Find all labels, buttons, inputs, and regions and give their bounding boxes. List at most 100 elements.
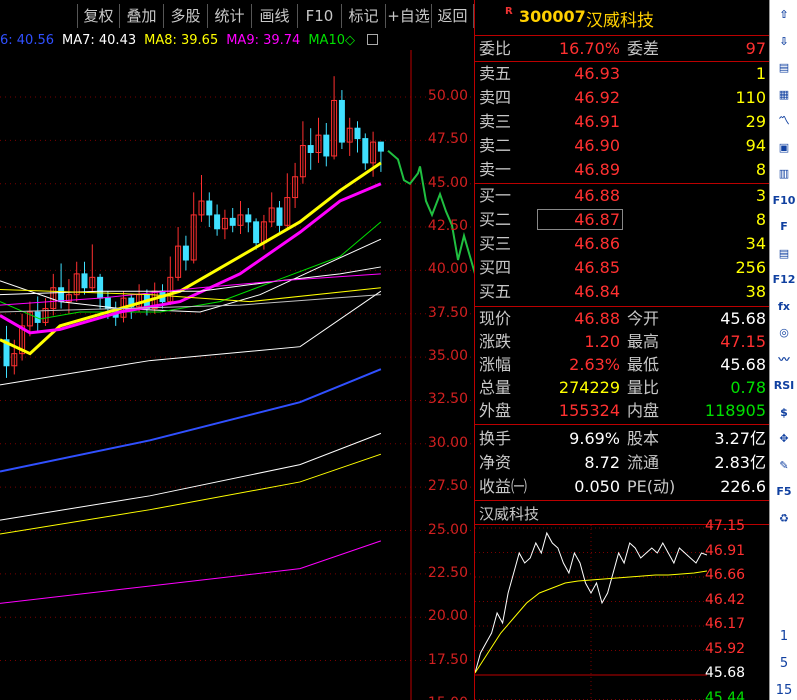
candle-body xyxy=(354,127,361,140)
weicha-label: 委差 xyxy=(627,39,660,58)
candle-body xyxy=(276,207,283,226)
toolbar-draw-line-button[interactable]: 画线 xyxy=(252,4,298,28)
stat-value: 118905 xyxy=(704,401,766,420)
ma-legend: 6: 40.56 MA7: 40.43 MA8: 39.65 MA9: 39.74 MA… xyxy=(0,32,474,50)
ask-row: 卖三 46.91 29 xyxy=(475,110,770,133)
refresh-icon[interactable]: ◎ xyxy=(772,322,796,344)
page-icon[interactable]: ▤ xyxy=(772,243,796,265)
dollar-icon[interactable]: $ xyxy=(772,402,796,424)
fund-value: 9.69% xyxy=(569,429,620,448)
chart-icon[interactable]: 〽 xyxy=(772,110,796,132)
fund-value: 3.27亿 xyxy=(714,429,766,448)
window-icon[interactable]: ▣ xyxy=(772,137,796,159)
candle-body xyxy=(214,214,221,230)
price-tick-label: 22.50 xyxy=(427,564,468,581)
candle-body xyxy=(323,134,330,157)
bid-volume: 34 xyxy=(745,234,766,253)
f10-icon[interactable]: F10 xyxy=(772,190,796,212)
candle-body xyxy=(58,287,65,303)
ma-line-yellow-250 xyxy=(0,453,382,535)
ask-price: 46.93 xyxy=(574,64,620,83)
intraday-tick-label: 45.44 xyxy=(705,689,746,700)
ask-label: 卖一 xyxy=(479,160,512,179)
bid-label: 买五 xyxy=(479,282,512,301)
period-5-button[interactable]: 5 xyxy=(772,653,796,675)
bid-volume: 38 xyxy=(745,282,766,301)
bid-row: 买二 46.87 8 xyxy=(475,208,770,231)
bid-label: 买一 xyxy=(479,186,512,205)
price-tick-label: 27.50 xyxy=(427,478,468,495)
func-icon[interactable]: fx xyxy=(772,296,796,318)
intraday-chart[interactable] xyxy=(475,525,707,700)
price-tick-label: 35.00 xyxy=(427,348,468,365)
ask-volume: 110 xyxy=(735,88,766,107)
bid-row: 买一 46.88 3 xyxy=(475,184,770,207)
toolbar-mark-button[interactable]: 标记 xyxy=(342,4,386,28)
legend-toggle-icon[interactable] xyxy=(366,34,378,45)
f5-icon[interactable]: F5 xyxy=(772,481,796,503)
bid-label: 买二 xyxy=(479,210,512,229)
stat-row: 总量 274229 量比 0.78 xyxy=(475,376,770,399)
grid-icon[interactable]: ▥ xyxy=(772,163,796,185)
weibi-value: 16.70% xyxy=(558,39,620,58)
wave-icon[interactable]: 〰 xyxy=(772,349,796,371)
toolbar-f10-button[interactable]: F10 xyxy=(298,4,342,28)
down-arrow-icon[interactable]: ⇩ xyxy=(772,31,796,53)
ma-line-yellow-thick xyxy=(0,161,382,356)
move-icon[interactable]: ✥ xyxy=(772,428,796,450)
fund-label: 股本 xyxy=(627,429,660,448)
f12-icon[interactable]: F12 xyxy=(772,269,796,291)
stat-row: 涨幅 2.63% 最低 45.68 xyxy=(475,353,770,376)
stat-label: 涨幅 xyxy=(479,355,512,374)
cycle-icon[interactable]: ♻ xyxy=(772,508,796,530)
stat-label: 内盘 xyxy=(627,401,660,420)
bid-row: 买三 46.86 34 xyxy=(475,232,770,255)
f-icon[interactable]: F xyxy=(772,216,796,238)
ask-price: 46.89 xyxy=(574,160,620,179)
price-tick-label: 32.50 xyxy=(427,391,468,408)
fund-label: PE(动) xyxy=(627,477,676,496)
fund-value: 226.6 xyxy=(720,477,766,496)
ask-volume: 8 xyxy=(755,160,766,179)
up-arrow-icon[interactable]: ⇧ xyxy=(772,4,796,26)
pencil-icon[interactable]: ✎ xyxy=(772,455,796,477)
stat-row: 现价 46.88 今开 45.68 xyxy=(475,307,770,330)
doc-icon[interactable]: ▤ xyxy=(772,57,796,79)
rsi-icon[interactable]: RSI xyxy=(772,375,796,397)
bid-volume: 3 xyxy=(755,186,766,205)
stat-value: 47.15 xyxy=(720,332,766,351)
candle-body xyxy=(253,221,260,244)
list-icon[interactable]: ▦ xyxy=(772,84,796,106)
kline-chart[interactable]: 50.00 47.50 45.00 42.50 40.00 37.50 35.00 32.50… xyxy=(0,50,474,700)
intraday-tick-label: 45.68 xyxy=(705,665,746,681)
ask-row: 卖五 46.93 1 xyxy=(475,62,770,85)
ma8-value: MA8: 39.65 xyxy=(144,33,219,48)
candle-body xyxy=(377,141,384,152)
price-tick-label: 25.00 xyxy=(427,521,468,538)
ma-line-white xyxy=(0,266,381,296)
toolbar-add-watchlist-button[interactable]: +自选 xyxy=(386,4,432,28)
period-15-button[interactable]: 15 xyxy=(772,680,796,700)
stock-name: 汉威科技 xyxy=(586,11,654,31)
price-tick-label: 40.00 xyxy=(427,261,468,278)
toolbar-multi-stock-button[interactable]: 多股 xyxy=(164,4,208,28)
stat-value: 45.68 xyxy=(720,355,766,374)
stat-label: 总量 xyxy=(479,378,512,397)
kline-svg xyxy=(0,50,474,700)
price-tick-label: 20.00 xyxy=(427,608,468,625)
bid-row: 买五 46.84 38 xyxy=(475,280,770,303)
toolbar-overlay-button[interactable]: 叠加 xyxy=(120,4,164,28)
toolbar-statistics-button[interactable]: 统计 xyxy=(208,4,252,28)
candle-body xyxy=(97,276,104,299)
period-1-button[interactable]: 1 xyxy=(772,626,796,648)
stock-code: 300007 xyxy=(519,7,586,26)
candle-body xyxy=(182,245,189,261)
quote-panel: R 300007 汉威科技 委比 16.70% 委差 97 卖五 46.93 1 卖四… xyxy=(474,0,770,700)
intraday-tick-label: 45.92 xyxy=(705,640,746,657)
toolbar-restore-rights-button[interactable]: 复权 xyxy=(78,4,120,28)
ma-line-white-120 xyxy=(0,432,382,521)
candle-body xyxy=(206,200,213,216)
toolbar-back-button[interactable]: 返回 xyxy=(432,4,474,28)
fund-label: 换手 xyxy=(479,429,512,448)
candle-body xyxy=(307,145,314,153)
